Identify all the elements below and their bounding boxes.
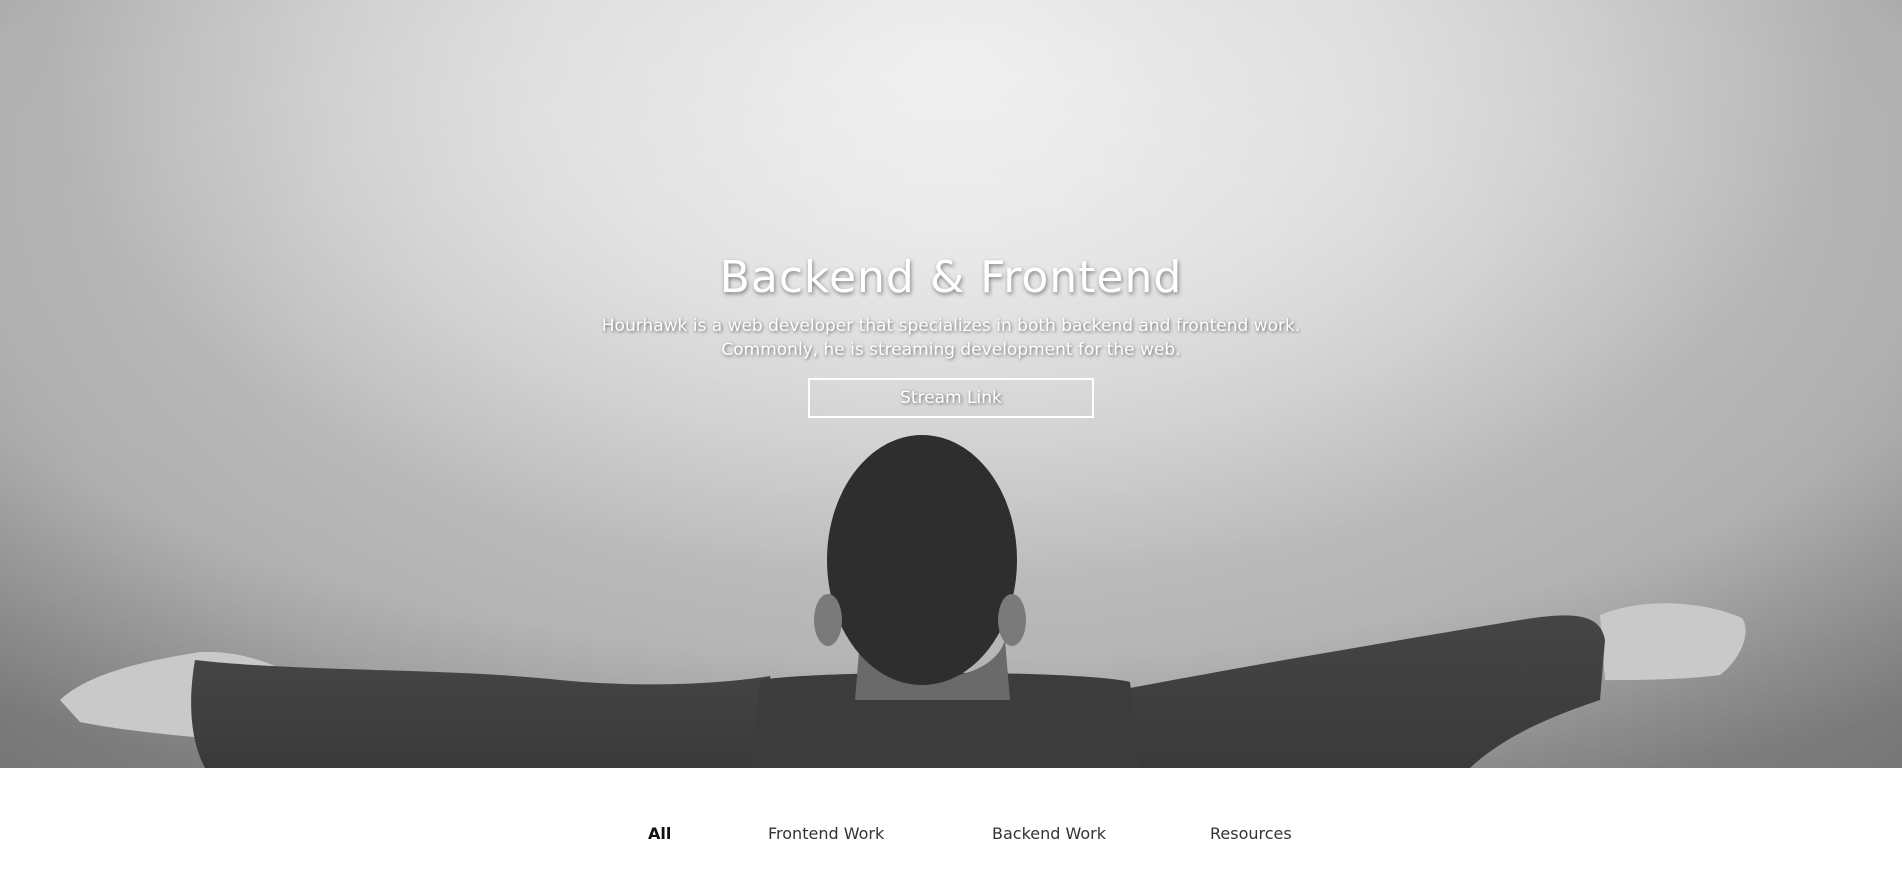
filter-nav: All Frontend Work Backend Work Resources: [0, 768, 1902, 896]
hero-title: Backend & Frontend: [719, 252, 1183, 303]
hero-description-line-1: Hourhawk is a web developer that special…: [601, 316, 1301, 336]
hero-description-line-2: Commonly, he is streaming development fo…: [721, 340, 1181, 360]
hero-content: Backend & Frontend Hourhawk is a web dev…: [0, 250, 1902, 418]
filter-resources[interactable]: Resources: [1210, 824, 1292, 843]
filter-backend-work[interactable]: Backend Work: [992, 824, 1106, 843]
stream-link-button[interactable]: Stream Link: [808, 378, 1094, 418]
hero-description: Hourhawk is a web developer that special…: [571, 314, 1331, 362]
hero-banner: Backend & Frontend Hourhawk is a web dev…: [0, 0, 1902, 768]
filter-frontend-work[interactable]: Frontend Work: [768, 824, 884, 843]
filter-all[interactable]: All: [648, 824, 671, 843]
